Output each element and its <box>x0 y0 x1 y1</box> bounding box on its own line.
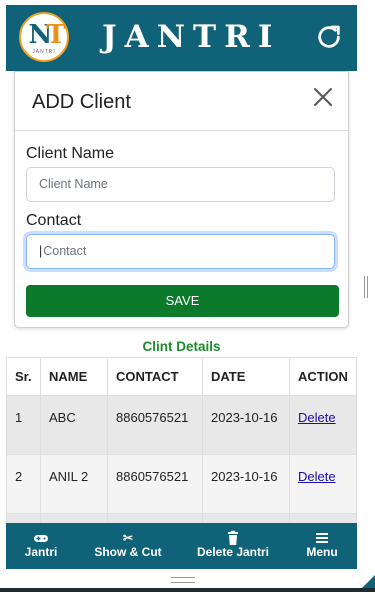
contact-placeholder: Contact <box>43 244 87 258</box>
delete-link[interactable]: Delete <box>298 469 336 484</box>
scrollbar-handle[interactable] <box>364 276 368 298</box>
col-sr: Sr. <box>6 357 41 396</box>
modal-title: ADD Client <box>32 91 131 113</box>
table-title: Clint Details <box>142 339 221 354</box>
logo-monogram: NT <box>28 20 65 50</box>
cell-name: ABC <box>40 395 108 455</box>
col-action: ACTION <box>289 357 357 396</box>
col-contact: CONTACT <box>107 357 203 396</box>
cell-contact: 8860576521 <box>107 454 203 514</box>
logo-subtitle: JANTRI <box>32 49 56 55</box>
col-date: DATE <box>202 357 290 396</box>
client-name-label: Client Name <box>26 145 115 162</box>
table-row: 2 ANIL 2 8860576521 2023-10-16 Delete <box>6 454 357 514</box>
table-row: 1 ABC 8860576521 2023-10-16 Delete <box>6 395 357 455</box>
cell-name: ANIL 2 <box>40 454 108 514</box>
add-client-modal: ADD Client Client Name Client Name Conta… <box>14 71 349 328</box>
close-icon[interactable] <box>312 86 334 108</box>
refresh-icon[interactable] <box>315 23 343 51</box>
contact-input[interactable]: |Contact <box>26 234 335 269</box>
modal-divider <box>15 130 348 131</box>
nav-label: Show & Cut <box>94 545 162 559</box>
contact-label: Contact <box>26 212 82 229</box>
cell-sr: 2 <box>6 454 41 514</box>
nav-show-cut[interactable]: ✂ Show & Cut <box>92 523 164 569</box>
delete-link[interactable]: Delete <box>298 410 336 425</box>
brand-logo: NT JANTRI <box>19 12 69 62</box>
resize-grabber[interactable] <box>171 577 195 583</box>
nav-label: Jantri <box>24 545 58 559</box>
taskbar-edge <box>0 588 375 592</box>
cell-date: 2023-10-16 <box>202 454 290 514</box>
cell-contact: 8860576521 <box>107 395 203 455</box>
nav-jantri[interactable]: Jantri <box>19 523 63 569</box>
nav-menu[interactable]: Menu <box>302 523 342 569</box>
client-name-input[interactable]: Client Name <box>26 167 335 202</box>
trash-icon <box>228 530 238 545</box>
cell-action: Delete <box>289 454 357 514</box>
cell-sr: 1 <box>6 395 41 455</box>
nav-label: Menu <box>306 545 338 559</box>
cell-date: 2023-10-16 <box>202 395 290 455</box>
nav-label: Delete Jantri <box>196 545 270 559</box>
cell-action: Delete <box>289 395 357 455</box>
hamburger-menu-icon <box>316 533 328 543</box>
scissors-icon: ✂ <box>122 531 134 545</box>
table-header-row: Sr. NAME CONTACT DATE ACTION <box>6 357 357 396</box>
bottom-nav: Jantri ✂ Show & Cut Delete Jantri Menu <box>6 523 357 569</box>
gamepad-icon <box>34 535 48 542</box>
nav-delete-jantri[interactable]: Delete Jantri <box>194 523 272 569</box>
col-name: NAME <box>40 357 108 396</box>
app-title: JANTRI <box>102 19 281 55</box>
client-table: Sr. NAME CONTACT DATE ACTION 1 ABC 88605… <box>6 357 357 526</box>
save-button[interactable]: SAVE <box>26 285 339 317</box>
app-viewport: NT JANTRI JANTRI ADD Client Client Name … <box>0 0 375 592</box>
app-header: NT JANTRI JANTRI <box>6 5 357 71</box>
